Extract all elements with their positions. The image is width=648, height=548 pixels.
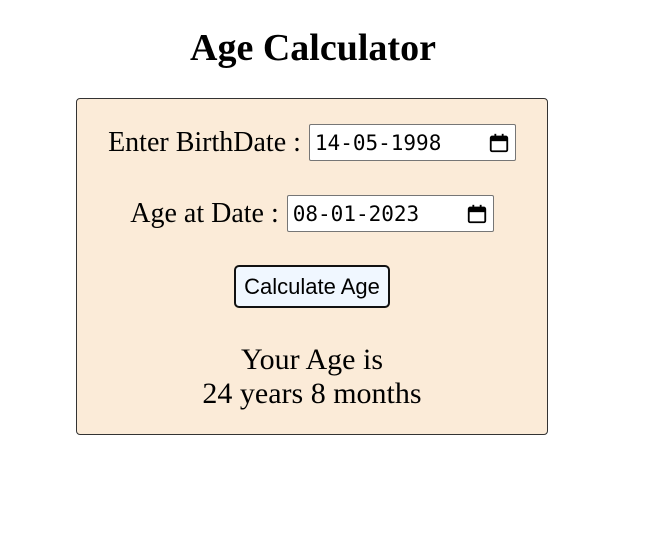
atdate-input[interactable]: 08-01-2023 [286,195,494,232]
result-value: 24 years 8 months [202,377,422,410]
birthdate-row: Enter BirthDate : 14-05-1998 [77,124,547,161]
button-row: Calculate Age [77,265,547,308]
calculate-age-button[interactable]: Calculate Age [234,265,390,308]
atdate-row: Age at Date : 08-01-2023 [77,195,547,232]
calculator-card: Enter BirthDate : 14-05-1998 Age at Date… [76,98,548,435]
birthdate-label: Enter BirthDate : [108,126,301,158]
birthdate-value: 14-05-1998 [314,130,442,155]
result-heading: Your Age is [241,343,383,376]
calendar-icon[interactable] [466,203,488,225]
result-panel: Your Age is 24 years 8 months [77,343,547,411]
atdate-value: 08-01-2023 [292,201,420,226]
atdate-label: Age at Date : [130,197,279,229]
page-title: Age Calculator [190,27,436,69]
calendar-icon[interactable] [488,132,510,154]
birthdate-input[interactable]: 14-05-1998 [308,124,516,161]
